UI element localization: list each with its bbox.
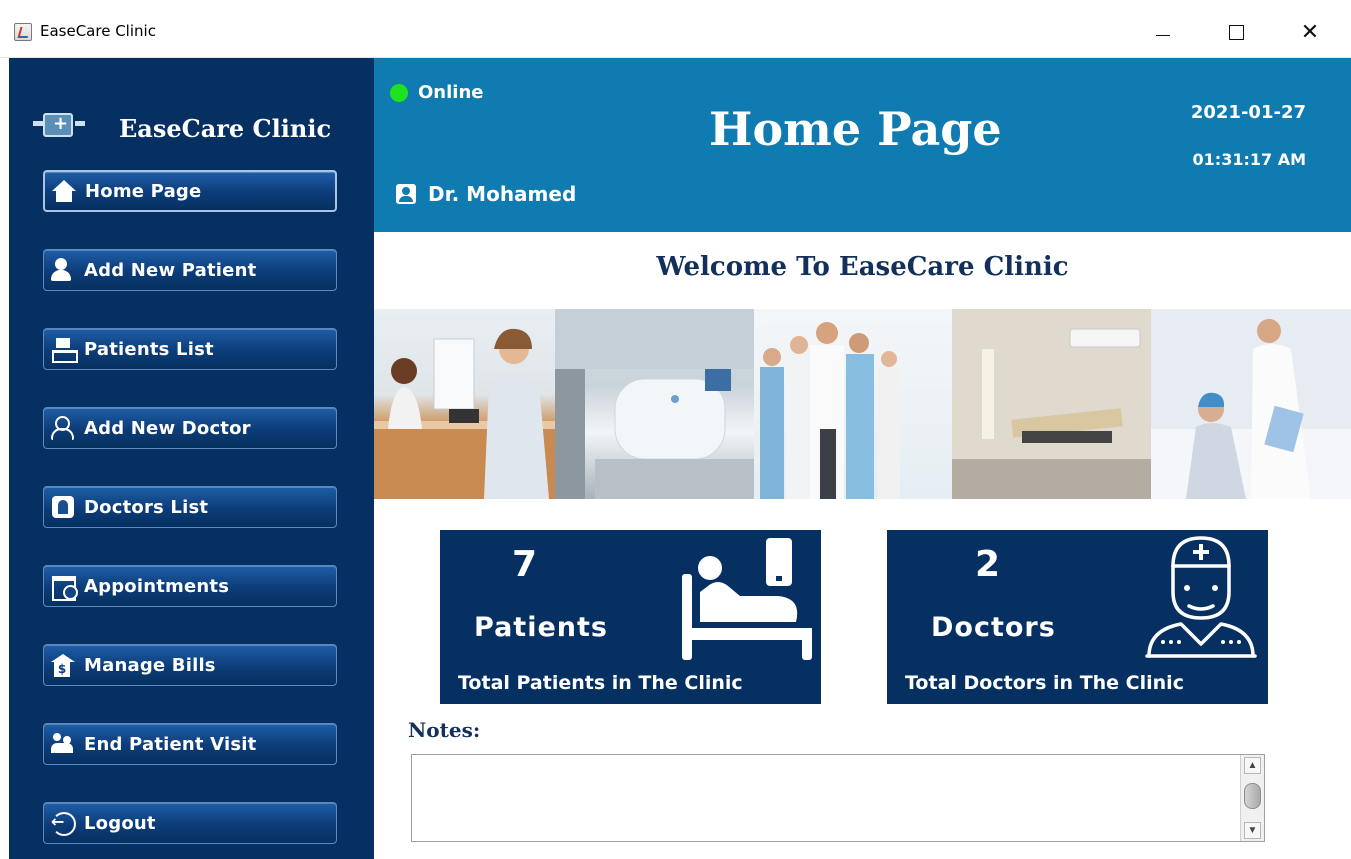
patient-care-photo: [1151, 309, 1351, 499]
hospital-bed-icon: [682, 538, 812, 660]
sidebar-item-label: Add New Doctor: [84, 417, 251, 439]
logged-in-user: Dr. Mohamed: [396, 182, 576, 206]
sidebar-item-label: Appointments: [84, 575, 230, 597]
sidebar-item-logout[interactable]: Logout: [43, 802, 337, 844]
sidebar-item-label: End Patient Visit: [84, 733, 257, 755]
notes-textarea[interactable]: [411, 754, 1265, 842]
maximize-button[interactable]: [1213, 12, 1259, 52]
sidebar-item-doctors-list[interactable]: Doctors List: [43, 486, 337, 528]
patients-description: Total Patients in The Clinic: [458, 672, 743, 694]
doctors-stat-card: 2 Doctors Total Doctors in The Clinic: [887, 530, 1268, 704]
status-label: Online: [418, 82, 484, 103]
window-titlebar: EaseCare Clinic ✕: [0, 0, 1351, 58]
patients-label: Patients: [474, 612, 608, 643]
sidebar-item-add-patient[interactable]: Add New Patient: [43, 249, 337, 291]
appointments-icon: [50, 573, 78, 601]
patients-list-icon: [50, 336, 78, 363]
scroll-down-icon[interactable]: ▼: [1244, 822, 1261, 839]
user-card-icon: [396, 184, 416, 204]
sidebar-item-patients-list[interactable]: Patients List: [43, 328, 337, 370]
welcome-heading: Welcome To EaseCare Clinic: [656, 252, 1069, 282]
home-icon: [51, 178, 77, 204]
scroll-thumb[interactable]: [1244, 783, 1261, 809]
notes-label: Notes:: [408, 718, 481, 742]
sidebar-item-label: Patients List: [84, 338, 214, 360]
close-button[interactable]: ✕: [1287, 12, 1333, 52]
java-app-icon: [14, 23, 32, 41]
clinic-photo-banner: [374, 309, 1351, 499]
page-title: Home Page: [709, 102, 1002, 156]
brand: EaseCare Clinic: [33, 108, 331, 143]
add-patient-icon: [50, 257, 76, 283]
scroll-up-icon[interactable]: ▲: [1244, 757, 1261, 774]
sidebar: EaseCare Clinic Home Page Add New Patien…: [9, 58, 374, 859]
connection-status: Online: [390, 82, 483, 103]
add-doctor-icon: [50, 415, 76, 441]
brand-name: EaseCare Clinic: [119, 114, 332, 143]
sidebar-item-home[interactable]: Home Page: [43, 170, 337, 212]
sidebar-item-label: Manage Bills: [84, 654, 216, 676]
sidebar-item-label: Add New Patient: [84, 259, 257, 281]
doctors-label: Doctors: [931, 612, 1056, 643]
sidebar-item-label: Logout: [84, 812, 156, 834]
doctors-description: Total Doctors in The Clinic: [905, 672, 1184, 694]
doctor-icon: [1145, 536, 1257, 658]
user-name: Dr. Mohamed: [428, 182, 577, 206]
medical-team-photo: [754, 309, 952, 499]
reception-photo: [374, 309, 555, 499]
sidebar-item-add-doctor[interactable]: Add New Doctor: [43, 407, 337, 449]
notes-scrollbar[interactable]: ▲ ▼: [1240, 755, 1264, 841]
page-header: Online Home Page 2021-01-27 01:31:17 AM …: [374, 58, 1351, 232]
minimize-button[interactable]: [1140, 12, 1186, 52]
window-title: EaseCare Clinic: [40, 22, 156, 40]
lobby-photo: [555, 309, 754, 499]
sidebar-item-label: Doctors List: [84, 496, 209, 518]
patients-stat-card: 7 Patients Total Patients in The Clinic: [440, 530, 821, 704]
sidebar-item-appointments[interactable]: Appointments: [43, 565, 337, 607]
current-date: 2021-01-27: [1190, 102, 1306, 123]
sidebar-item-end-visit[interactable]: End Patient Visit: [43, 723, 337, 765]
doctors-list-icon: [50, 494, 76, 520]
sidebar-item-label: Home Page: [85, 180, 202, 202]
status-dot-icon: [390, 83, 408, 102]
logout-icon: [50, 810, 76, 836]
exam-room-photo: [952, 309, 1151, 499]
sidebar-item-manage-bills[interactable]: Manage Bills: [43, 644, 337, 686]
doctors-count: 2: [975, 544, 1001, 585]
clinic-logo-icon: [33, 111, 89, 141]
end-visit-icon: [50, 731, 76, 757]
current-time: 01:31:17 AM: [1192, 150, 1306, 169]
bills-icon: [50, 652, 76, 678]
patients-count: 7: [512, 544, 538, 585]
